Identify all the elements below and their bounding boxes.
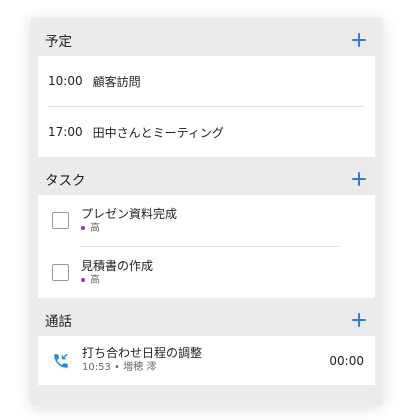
call-label: 打ち合わせ日程の調整 <box>82 346 203 360</box>
task-item[interactable]: 見積書の作成 高 <box>38 247 375 298</box>
task-list: プレゼン資料完成 高 見積書の作成 高 <box>38 195 375 298</box>
schedule-time: 10:00 <box>48 74 83 88</box>
priority-dot-icon <box>81 278 85 282</box>
call-time: 10:53 <box>82 362 111 373</box>
calls-title: 通話 <box>45 314 72 330</box>
add-task-plus-icon[interactable] <box>352 172 366 186</box>
call-list: 打ち合わせ日程の調整 10:53 • 増穂 澪 00:00 <box>38 336 375 385</box>
call-duration: 00:00 <box>329 353 364 368</box>
incoming-call-icon <box>54 353 68 368</box>
call-meta: 10:53 • 増穂 澪 <box>82 362 157 373</box>
agenda-card: 予定 10:00 顧客訪問 17:00 田中さんとミーティング タスク プレゼン… <box>31 18 382 405</box>
priority-dot-icon <box>81 226 85 230</box>
task-priority-label: 高 <box>90 222 100 234</box>
calls-header: 通話 <box>31 298 382 336</box>
task-label: プレゼン資料完成 <box>81 206 178 221</box>
schedule-list: 10:00 顧客訪問 17:00 田中さんとミーティング <box>38 56 375 157</box>
task-priority: 高 <box>81 274 153 287</box>
call-text: 打ち合わせ日程の調整 10:53 • 増穂 澪 <box>82 346 329 375</box>
schedule-item[interactable]: 17:00 田中さんとミーティング <box>38 107 375 157</box>
schedule-header: 予定 <box>31 18 382 56</box>
task-priority-label: 高 <box>90 274 100 286</box>
schedule-item[interactable]: 10:00 顧客訪問 <box>38 56 375 106</box>
task-checkbox[interactable] <box>52 212 69 229</box>
call-item[interactable]: 打ち合わせ日程の調整 10:53 • 増穂 澪 00:00 <box>38 336 375 385</box>
schedule-label: 田中さんとミーティング <box>92 125 224 140</box>
schedule-time: 17:00 <box>48 125 83 139</box>
add-schedule-plus-icon[interactable] <box>352 33 366 47</box>
tasks-header: タスク <box>31 157 382 195</box>
tasks-title: タスク <box>45 173 86 189</box>
add-call-plus-icon[interactable] <box>352 313 366 327</box>
call-person: 増穂 澪 <box>123 362 157 373</box>
task-label: 見積書の作成 <box>81 258 154 273</box>
task-text: 見積書の作成 高 <box>81 259 153 287</box>
task-priority: 高 <box>81 222 177 235</box>
task-checkbox[interactable] <box>52 264 69 281</box>
task-text: プレゼン資料完成 高 <box>81 207 177 235</box>
task-item[interactable]: プレゼン資料完成 高 <box>38 195 375 246</box>
schedule-label: 顧客訪問 <box>92 74 141 89</box>
schedule-title: 予定 <box>45 34 72 50</box>
